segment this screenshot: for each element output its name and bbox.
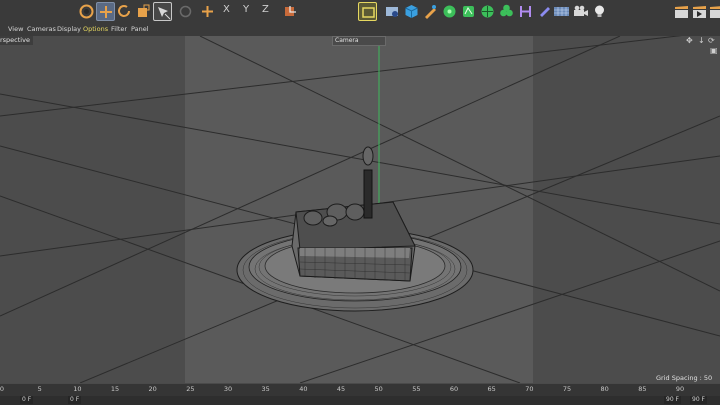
camera-selector[interactable]: Camera xyxy=(332,36,386,46)
timeline-tick-label: 40 xyxy=(299,385,308,393)
preview-end-field[interactable]: 90 F xyxy=(690,396,707,404)
live-select-icon[interactable] xyxy=(153,2,172,21)
spline-generator-icon[interactable] xyxy=(459,2,478,21)
undo-icon[interactable] xyxy=(77,2,96,21)
menu-panel[interactable]: Panel xyxy=(131,24,149,35)
timeline-ruler[interactable] xyxy=(0,383,720,396)
mograph-icon[interactable] xyxy=(497,2,516,21)
add-object-icon[interactable] xyxy=(198,2,217,21)
timeline-tick-label: 55 xyxy=(412,385,421,393)
menu-options[interactable]: Options xyxy=(83,24,108,35)
timeline-tick-label: 80 xyxy=(600,385,609,393)
current-frame-field[interactable]: 0 F xyxy=(68,396,82,404)
zoom-icon[interactable]: ↓ xyxy=(698,36,705,45)
render-settings-icon[interactable] xyxy=(707,2,720,21)
cube-icon[interactable] xyxy=(402,2,421,21)
menu-display[interactable]: Display xyxy=(57,24,81,35)
timeline-tick-label: 25 xyxy=(186,385,195,393)
x-axis-lock[interactable]: X xyxy=(223,4,230,15)
end-frame-field[interactable]: 90 F xyxy=(664,396,681,404)
array-icon[interactable] xyxy=(478,2,497,21)
perspective-viewport[interactable]: rspective Camera Grid Spacing : 50 cm ✥ … xyxy=(0,36,720,383)
generator-icon[interactable] xyxy=(440,2,459,21)
viewport-projection-label: rspective xyxy=(0,36,33,45)
timeline-tick-label: 75 xyxy=(562,385,572,393)
camera-icon[interactable] xyxy=(571,2,590,21)
grid-spacing-readout: Grid Spacing : 50 cm xyxy=(656,374,713,383)
timeline-tick-label: 45 xyxy=(336,385,346,393)
pan-icon[interactable]: ✥ xyxy=(686,36,693,45)
viewport-canvas xyxy=(0,36,720,383)
environment-icon[interactable] xyxy=(552,2,571,21)
move-icon[interactable] xyxy=(96,2,115,21)
timeline-tick-label: 60 xyxy=(449,385,459,393)
timeline-tick-label: 30 xyxy=(223,385,233,393)
y-axis-lock[interactable]: Y xyxy=(243,4,249,15)
scale-icon[interactable] xyxy=(134,2,153,21)
timeline-tick-label: 20 xyxy=(148,385,157,393)
maximize-icon[interactable]: ▣ xyxy=(710,46,718,55)
main-toolbar: X Y Z xyxy=(0,0,720,24)
z-axis-lock[interactable]: Z xyxy=(262,4,269,15)
menu-cameras[interactable]: Cameras xyxy=(27,24,56,35)
light-icon[interactable] xyxy=(590,2,609,21)
viewport-menubar: View Cameras Display Options Filter Pane… xyxy=(0,24,720,35)
render-picture-icon[interactable] xyxy=(383,2,402,21)
rotate-icon[interactable] xyxy=(115,2,134,21)
clapper-icon[interactable] xyxy=(672,2,691,21)
render-region-icon[interactable] xyxy=(176,2,195,21)
orbit-icon[interactable]: ⟳ xyxy=(708,36,715,45)
coordinate-system-icon[interactable] xyxy=(280,2,299,21)
timeline-tick-label: 85 xyxy=(638,385,647,393)
start-frame-field[interactable]: 0 F xyxy=(20,396,34,404)
timeline-tick-label: 65 xyxy=(487,385,496,393)
timeline-tick-label: 90 xyxy=(675,385,685,393)
menu-view[interactable]: View xyxy=(8,24,23,35)
menu-filter[interactable]: Filter xyxy=(111,24,127,35)
timeline-tick-label: 15 xyxy=(110,385,120,393)
timeline-tick-label: 0 xyxy=(0,385,5,393)
timeline-tick-label: 10 xyxy=(73,385,82,393)
timeline: 0 5 10 15 20 25 30 35 40 45 50 55 60 65 70 75 80 85 90 0 F… xyxy=(0,383,720,405)
render-view-icon[interactable] xyxy=(358,2,377,21)
timeline-tick-label: 35 xyxy=(261,385,270,393)
timeline-tick-label: 50 xyxy=(374,385,383,393)
pen-icon[interactable] xyxy=(421,2,440,21)
deformer-icon[interactable] xyxy=(516,2,535,21)
timeline-tick-label: 5 xyxy=(37,385,42,393)
timeline-tick-label: 70 xyxy=(525,385,534,393)
